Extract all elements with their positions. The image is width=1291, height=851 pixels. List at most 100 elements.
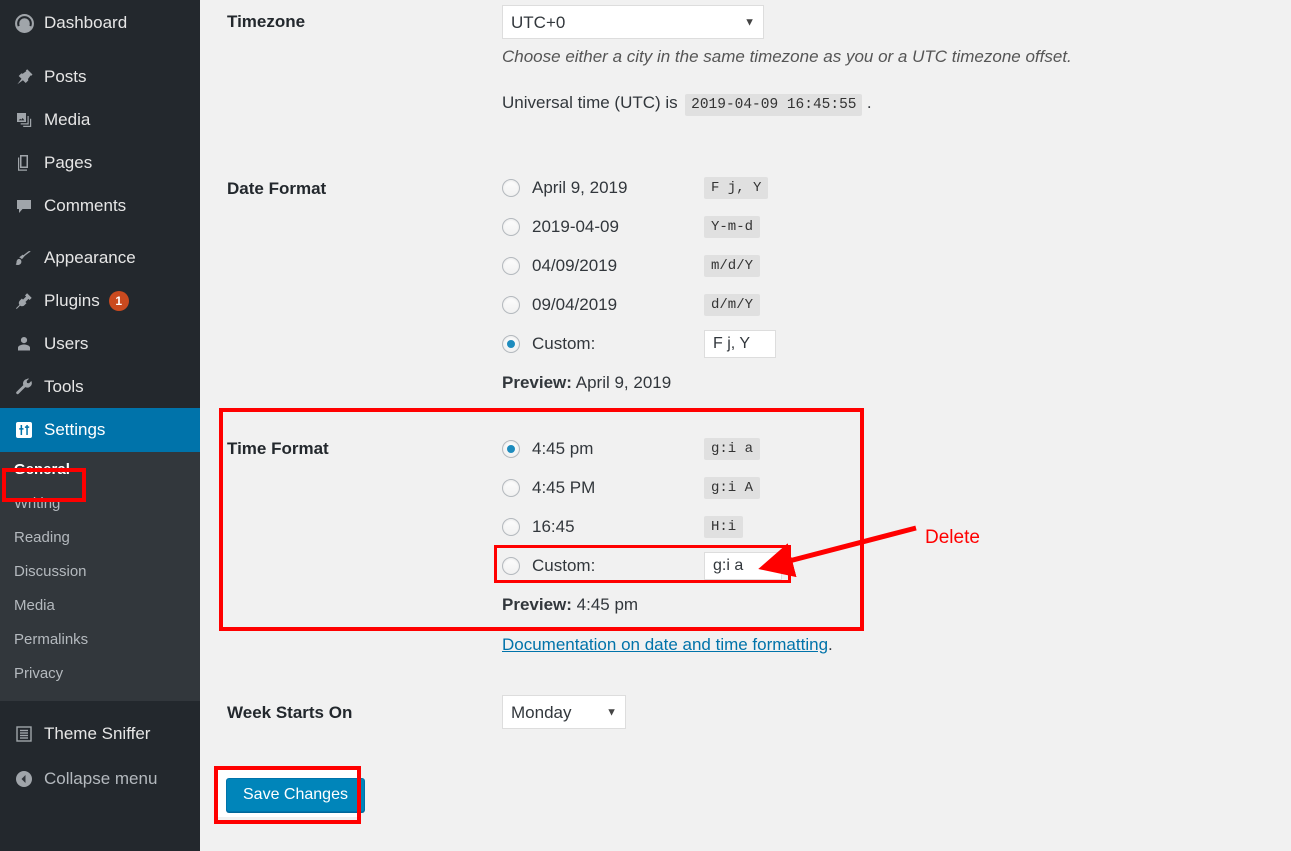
- sidebar-item-settings[interactable]: Settings: [0, 408, 200, 452]
- list-icon: [14, 724, 44, 744]
- date-format-custom-input[interactable]: [704, 329, 776, 358]
- sidebar-item-label-theme-sniffer: Theme Sniffer: [44, 724, 151, 743]
- media-icon: [14, 110, 44, 130]
- radio-time-g-i-a-lower[interactable]: [502, 439, 520, 458]
- sidebar-item-label-users: Users: [44, 333, 89, 353]
- sidebar-item-plugins[interactable]: Plugins 1: [0, 279, 200, 322]
- sidebar-item-label-settings: Settings: [44, 420, 106, 439]
- radio-time-h-i[interactable]: [502, 517, 520, 536]
- submenu-item-discussion[interactable]: Discussion: [0, 555, 200, 589]
- wrench-icon: [14, 377, 44, 397]
- date-format-preview: Preview: April 9, 2019: [502, 373, 776, 393]
- timezone-select[interactable]: UTC+0: [502, 5, 764, 39]
- radio-date-y-m-d[interactable]: [502, 217, 520, 236]
- timezone-row: Timezone: [227, 12, 305, 32]
- date-format-custom-option[interactable]: Custom:: [502, 329, 776, 358]
- week-starts-on-row: Week Starts On: [227, 703, 352, 723]
- sidebar-item-dashboard[interactable]: Dashboard: [0, 0, 200, 46]
- universal-time-value: 2019-04-09 16:45:55: [685, 94, 863, 116]
- annotation-label-delete: Delete: [925, 527, 980, 548]
- sidebar-separator-1: [0, 46, 200, 55]
- collapse-arrow-icon: [14, 769, 44, 789]
- week-starts-on-select-wrap: Monday ▼: [502, 695, 626, 729]
- pin-icon: [14, 67, 44, 87]
- sidebar-item-label-plugins: Plugins: [44, 290, 100, 310]
- documentation-link[interactable]: Documentation on date and time formattin…: [502, 635, 828, 654]
- time-format-options: 4:45 pm g:i a 4:45 PM g:i A 16:45 H:i Cu…: [502, 434, 782, 615]
- sidebar-item-label-appearance: Appearance: [44, 247, 136, 267]
- date-format-row: Date Format: [227, 179, 326, 199]
- time-format-custom-label: Custom:: [532, 555, 596, 575]
- date-format-options: April 9, 2019 F j, Y 2019-04-09 Y-m-d 04…: [502, 173, 776, 393]
- date-format-option-label: 09/04/2019: [532, 294, 618, 314]
- time-format-option-code: H:i: [704, 515, 744, 538]
- date-format-option-label: April 9, 2019: [532, 177, 628, 197]
- radio-date-f-j-y[interactable]: [502, 178, 520, 197]
- documentation-line: Documentation on date and time formattin…: [502, 635, 833, 655]
- settings-submenu: General Writing Reading Discussion Media…: [0, 452, 200, 701]
- radio-date-custom[interactable]: [502, 334, 520, 353]
- radio-time-g-i-a-upper[interactable]: [502, 478, 520, 497]
- sidebar-item-label-pages: Pages: [44, 152, 93, 172]
- date-format-option-code: Y-m-d: [704, 215, 761, 238]
- sidebar-item-theme-sniffer[interactable]: Theme Sniffer: [0, 711, 200, 757]
- date-format-option-label: 2019-04-09: [532, 216, 619, 236]
- date-format-preview-label: Preview:: [502, 373, 572, 392]
- time-format-custom-option[interactable]: Custom:: [502, 551, 782, 580]
- time-format-option-code: g:i A: [704, 476, 761, 499]
- sidebar-item-comments[interactable]: Comments: [0, 184, 200, 227]
- universal-time-suffix: .: [866, 93, 872, 112]
- sidebar-item-label-dashboard: Dashboard: [44, 13, 128, 32]
- save-changes-button[interactable]: Save Changes: [226, 778, 365, 812]
- radio-date-m-d-y[interactable]: [502, 256, 520, 275]
- date-format-option-code: d/m/Y: [704, 293, 761, 316]
- sidebar-item-collapse-menu[interactable]: Collapse menu: [0, 757, 200, 800]
- documentation-link-suffix: .: [828, 635, 833, 654]
- submenu-item-general[interactable]: General: [0, 453, 200, 487]
- radio-time-custom[interactable]: [502, 556, 520, 575]
- time-format-option[interactable]: 16:45 H:i: [502, 512, 782, 541]
- time-format-custom-input[interactable]: [704, 551, 782, 580]
- settings-form: Timezone UTC+0 ▼ Choose either a city in…: [200, 0, 1291, 851]
- time-format-option-label: 4:45 pm: [532, 438, 594, 458]
- week-starts-on-select[interactable]: Monday: [502, 695, 626, 729]
- sidebar-item-pages[interactable]: Pages: [0, 141, 200, 184]
- comment-icon: [14, 196, 44, 216]
- universal-time-prefix: Universal time (UTC) is: [502, 93, 678, 112]
- date-format-option[interactable]: 04/09/2019 m/d/Y: [502, 251, 776, 280]
- sidebar-item-posts[interactable]: Posts: [0, 55, 200, 98]
- submenu-item-permalinks[interactable]: Permalinks: [0, 623, 200, 657]
- radio-date-d-m-y[interactable]: [502, 295, 520, 314]
- timezone-label: Timezone: [227, 12, 306, 31]
- sidebar-item-appearance[interactable]: Appearance: [0, 236, 200, 279]
- sidebar-item-users[interactable]: Users: [0, 322, 200, 365]
- date-format-custom-label: Custom:: [532, 333, 596, 353]
- timezone-description: Choose either a city in the same timezon…: [502, 47, 1072, 66]
- date-format-preview-value: April 9, 2019: [575, 373, 672, 392]
- time-format-option[interactable]: 4:45 PM g:i A: [502, 473, 782, 502]
- date-format-option-label: 04/09/2019: [532, 255, 618, 275]
- week-starts-on-label: Week Starts On: [227, 703, 353, 722]
- timezone-select-wrap: UTC+0 ▼: [502, 5, 764, 39]
- time-format-option-code: g:i a: [704, 437, 761, 460]
- sidebar-item-tools[interactable]: Tools: [0, 365, 200, 408]
- sidebar-separator-3: [0, 701, 200, 711]
- time-format-option[interactable]: 4:45 pm g:i a: [502, 434, 782, 463]
- date-format-option[interactable]: 09/04/2019 d/m/Y: [502, 290, 776, 319]
- submenu-item-media[interactable]: Media: [0, 589, 200, 623]
- sidebar-item-label-comments: Comments: [44, 195, 127, 215]
- sidebar-item-label-tools: Tools: [44, 376, 84, 396]
- universal-time-line: Universal time (UTC) is 2019-04-09 16:45…: [502, 93, 872, 116]
- date-format-option[interactable]: 2019-04-09 Y-m-d: [502, 212, 776, 241]
- time-format-label: Time Format: [227, 439, 329, 458]
- plug-icon: [14, 291, 44, 311]
- submenu-item-privacy[interactable]: Privacy: [0, 657, 200, 691]
- pages-icon: [14, 153, 44, 173]
- submenu-item-reading[interactable]: Reading: [0, 521, 200, 555]
- date-format-label: Date Format: [227, 179, 327, 198]
- sidebar-item-media[interactable]: Media: [0, 98, 200, 141]
- submenu-item-writing[interactable]: Writing: [0, 487, 200, 521]
- date-format-option[interactable]: April 9, 2019 F j, Y: [502, 173, 776, 202]
- date-format-option-code: m/d/Y: [704, 254, 761, 277]
- plugins-update-badge: 1: [108, 290, 129, 311]
